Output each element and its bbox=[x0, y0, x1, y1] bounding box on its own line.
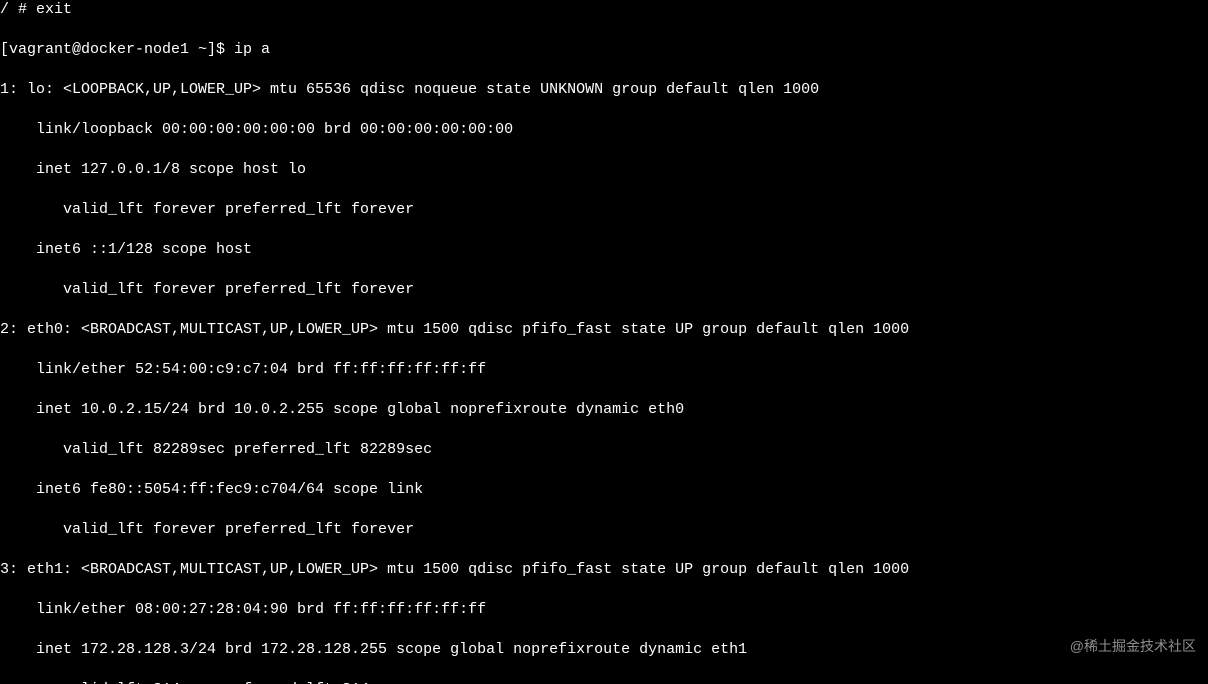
iface-eth0-valid: valid_lft 82289sec preferred_lft 82289se… bbox=[0, 440, 1208, 460]
iface-eth0-inet: inet 10.0.2.15/24 brd 10.0.2.255 scope g… bbox=[0, 400, 1208, 420]
iface-lo-header: 1: lo: <LOOPBACK,UP,LOWER_UP> mtu 65536 … bbox=[0, 80, 1208, 100]
iface-lo-inet: inet 127.0.0.1/8 scope host lo bbox=[0, 160, 1208, 180]
terminal-line: / # exit bbox=[0, 0, 1208, 20]
iface-lo-valid6: valid_lft forever preferred_lft forever bbox=[0, 280, 1208, 300]
shell-prompt-line: [vagrant@docker-node1 ~]$ ip a bbox=[0, 40, 1208, 60]
terminal-output[interactable]: / # exit [vagrant@docker-node1 ~]$ ip a … bbox=[0, 0, 1208, 684]
iface-eth1-inet: inet 172.28.128.3/24 brd 172.28.128.255 … bbox=[0, 640, 1208, 660]
iface-eth1-header: 3: eth1: <BROADCAST,MULTICAST,UP,LOWER_U… bbox=[0, 560, 1208, 580]
iface-eth0-link: link/ether 52:54:00:c9:c7:04 brd ff:ff:f… bbox=[0, 360, 1208, 380]
iface-eth0-header: 2: eth0: <BROADCAST,MULTICAST,UP,LOWER_U… bbox=[0, 320, 1208, 340]
iface-eth1-valid: valid_lft 814sec preferred_lft 814sec bbox=[0, 680, 1208, 684]
iface-lo-valid: valid_lft forever preferred_lft forever bbox=[0, 200, 1208, 220]
iface-lo-inet6: inet6 ::1/128 scope host bbox=[0, 240, 1208, 260]
iface-lo-link: link/loopback 00:00:00:00:00:00 brd 00:0… bbox=[0, 120, 1208, 140]
iface-eth1-link: link/ether 08:00:27:28:04:90 brd ff:ff:f… bbox=[0, 600, 1208, 620]
iface-eth0-inet6: inet6 fe80::5054:ff:fec9:c704/64 scope l… bbox=[0, 480, 1208, 500]
iface-eth0-valid6: valid_lft forever preferred_lft forever bbox=[0, 520, 1208, 540]
